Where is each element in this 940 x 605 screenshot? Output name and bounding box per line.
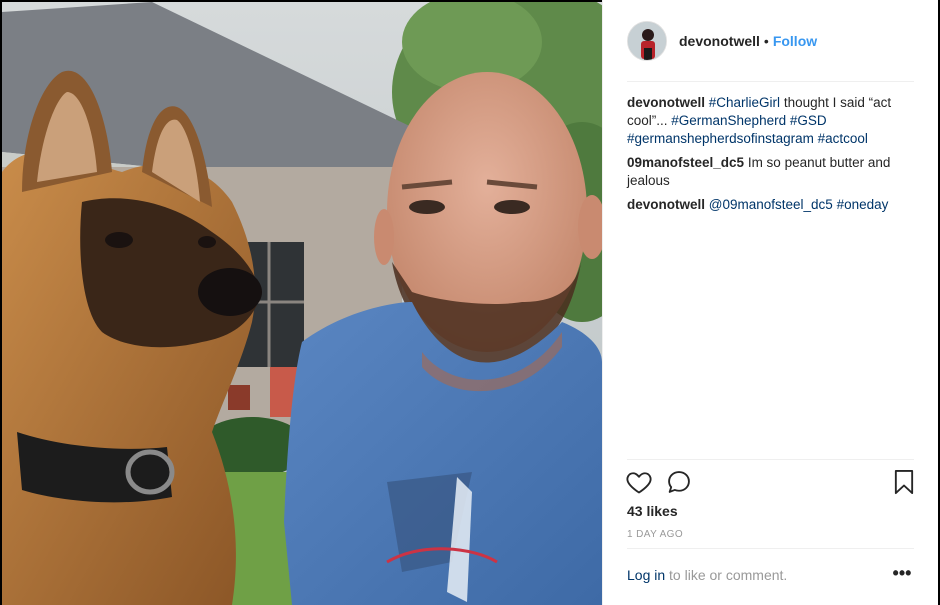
- post-timestamp: 1 DAY AGO: [627, 529, 684, 540]
- likes-count[interactable]: 43 likes: [627, 503, 678, 519]
- action-bar: [623, 468, 914, 498]
- avatar[interactable]: [627, 21, 667, 61]
- comments-list: devonotwell #CharlieGirl thought I said …: [627, 94, 917, 220]
- hashtag-link[interactable]: #GSD: [790, 113, 827, 128]
- post-username[interactable]: devonotwell: [679, 33, 760, 49]
- header-divider: [627, 81, 914, 82]
- comment-username[interactable]: 09manofsteel_dc5: [627, 155, 744, 170]
- login-prompt-text: to like or comment.: [665, 567, 788, 583]
- comment-item: devonotwell #CharlieGirl thought I said …: [627, 94, 917, 148]
- hashtag-link[interactable]: #actcool: [818, 131, 868, 146]
- hashtag-link[interactable]: #GermanShepherd: [671, 113, 786, 128]
- post-photo[interactable]: [2, 2, 602, 605]
- comment-username[interactable]: devonotwell: [627, 95, 705, 110]
- comment-item: devonotwell @09manofsteel_dc5 #oneday: [627, 196, 917, 214]
- follow-button[interactable]: Follow: [773, 33, 817, 49]
- post-header: devonotwell • Follow: [603, 0, 939, 82]
- post-photo-image: [2, 2, 602, 605]
- footer-divider: [627, 548, 914, 549]
- post-sidebar: devonotwell • Follow devonotwell #Charli…: [602, 0, 938, 605]
- actions-divider: [627, 459, 914, 460]
- login-prompt: Log in to like or comment. •••: [627, 563, 914, 583]
- comment-bubble-icon[interactable]: [665, 468, 695, 498]
- comment-item: 09manofsteel_dc5 Im so peanut butter and…: [627, 154, 917, 190]
- more-options-icon[interactable]: •••: [890, 561, 914, 585]
- bookmark-icon[interactable]: [890, 468, 920, 498]
- comment-username[interactable]: devonotwell: [627, 197, 705, 212]
- heart-icon[interactable]: [625, 468, 655, 498]
- separator-dot: •: [763, 33, 769, 49]
- login-link[interactable]: Log in: [627, 567, 665, 583]
- hashtag-link[interactable]: #CharlieGirl: [709, 95, 780, 110]
- hashtag-link[interactable]: #germanshepherdsofinstagram: [627, 131, 814, 146]
- hashtag-link[interactable]: @09manofsteel_dc5: [709, 197, 833, 212]
- avatar-image: [628, 22, 666, 60]
- hashtag-link[interactable]: #oneday: [837, 197, 889, 212]
